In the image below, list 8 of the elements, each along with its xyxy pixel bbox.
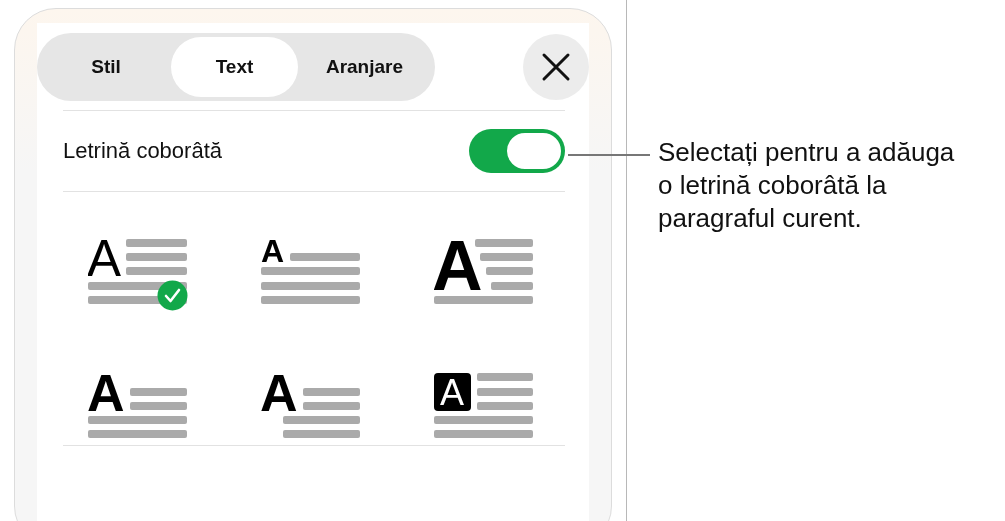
close-icon (541, 52, 571, 82)
toggle-switch[interactable] (469, 129, 565, 173)
tab[interactable]: Text (171, 37, 298, 97)
checkmark-icon (157, 280, 188, 311)
callout-text: Selectați pentru a adăuga o letrină coborâtă la paragraful curent. (658, 136, 956, 235)
toggle-label: Letrină coborâtă (63, 138, 222, 164)
tab[interactable]: Stil (41, 37, 171, 97)
tab[interactable]: Aranjare (298, 37, 431, 97)
